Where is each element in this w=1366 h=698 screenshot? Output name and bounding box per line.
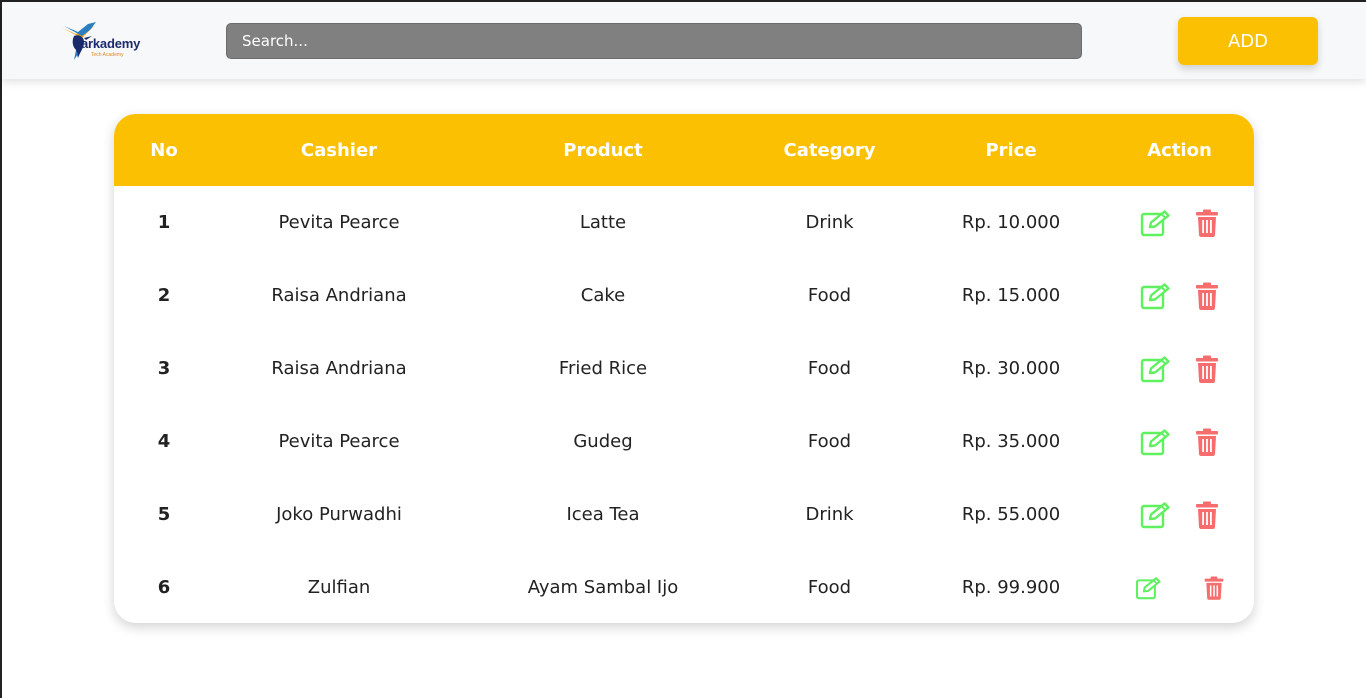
- table-row: 2 Raisa Andriana Cake Food Rp. 15.000: [114, 259, 1254, 332]
- edit-icon[interactable]: [1140, 501, 1171, 529]
- trash-icon[interactable]: [1202, 574, 1226, 602]
- cell-price: Rp. 10.000: [961, 212, 1061, 233]
- column-header-cashier: Cashier: [300, 139, 378, 161]
- cell-no: 2: [157, 285, 171, 306]
- cell-no: 4: [157, 431, 171, 452]
- cell-cashier: Zulfian: [307, 577, 371, 598]
- cell-product: Icea Tea: [566, 504, 640, 525]
- edit-icon[interactable]: [1140, 209, 1171, 237]
- cell-cashier: Pevita Pearce: [278, 212, 400, 233]
- logo-text: arkademy: [81, 36, 141, 51]
- cell-cashier: Raisa Andriana: [271, 285, 407, 306]
- cell-price: Rp. 99.900: [961, 577, 1061, 598]
- trash-icon[interactable]: [1195, 428, 1219, 456]
- edit-icon[interactable]: [1140, 282, 1171, 310]
- cell-no: 1: [157, 212, 171, 233]
- cell-category: Food: [807, 431, 852, 452]
- table-row: 4 Pevita Pearce Gudeg Food Rp. 35.000: [114, 405, 1254, 478]
- cell-no: 5: [157, 504, 171, 525]
- table-row: 1 Pevita Pearce Latte Drink Rp. 10.000: [114, 186, 1254, 259]
- cell-product: Gudeg: [573, 431, 633, 452]
- row-actions: [1105, 209, 1254, 237]
- cell-category: Food: [807, 358, 852, 379]
- cell-category: Food: [807, 285, 852, 306]
- column-header-category: Category: [783, 139, 876, 161]
- trash-icon[interactable]: [1195, 282, 1219, 310]
- cell-category: Drink: [805, 212, 854, 233]
- table-row: 3 Raisa Andriana Fried Rice Food Rp. 30.…: [114, 332, 1254, 405]
- cell-cashier: Pevita Pearce: [278, 431, 400, 452]
- cell-product: Latte: [579, 212, 627, 233]
- cell-cashier: Joko Purwadhi: [276, 504, 402, 525]
- window-frame-left: [0, 0, 2, 698]
- navbar: arkademy Tech Academy ADD: [2, 2, 1366, 79]
- edit-icon[interactable]: [1140, 355, 1171, 383]
- search-input[interactable]: [227, 24, 1081, 58]
- cell-product: Ayam Sambal Ijo: [527, 577, 679, 598]
- row-actions: [1105, 282, 1254, 310]
- column-header-no: No: [150, 139, 178, 161]
- column-header-action: Action: [1147, 139, 1212, 161]
- cell-price: Rp. 30.000: [961, 358, 1061, 379]
- row-actions: [1105, 355, 1254, 383]
- cell-no: 6: [157, 577, 171, 598]
- table-header: No Cashier Product Category Price Action: [114, 114, 1254, 186]
- trash-icon[interactable]: [1195, 501, 1219, 529]
- edit-icon[interactable]: [1140, 428, 1171, 456]
- column-header-product: Product: [563, 139, 643, 161]
- add-button[interactable]: ADD: [1178, 17, 1318, 65]
- cell-price: Rp. 35.000: [961, 431, 1061, 452]
- row-actions: [1105, 574, 1254, 602]
- table-row: 5 Joko Purwadhi Icea Tea Drink Rp. 55.00…: [114, 478, 1254, 551]
- cell-no: 3: [157, 358, 171, 379]
- transactions-table: No Cashier Product Category Price Action…: [114, 114, 1254, 623]
- cell-price: Rp. 15.000: [961, 285, 1061, 306]
- cell-product: Fried Rice: [558, 358, 648, 379]
- cell-cashier: Raisa Andriana: [271, 358, 407, 379]
- edit-icon[interactable]: [1133, 574, 1164, 602]
- column-header-price: Price: [985, 139, 1037, 161]
- search-bar: [226, 23, 1082, 59]
- row-actions: [1105, 501, 1254, 529]
- trash-icon[interactable]: [1195, 355, 1219, 383]
- trash-icon[interactable]: [1195, 209, 1219, 237]
- table-row: 6 Zulfian Ayam Sambal Ijo Food Rp. 99.90…: [114, 551, 1254, 623]
- cell-category: Food: [807, 577, 852, 598]
- arkademy-logo[interactable]: arkademy Tech Academy: [60, 20, 160, 64]
- logo-subtext: Tech Academy: [91, 52, 124, 58]
- cell-price: Rp. 55.000: [961, 504, 1061, 525]
- cell-category: Drink: [805, 504, 854, 525]
- row-actions: [1105, 428, 1254, 456]
- cell-product: Cake: [580, 285, 626, 306]
